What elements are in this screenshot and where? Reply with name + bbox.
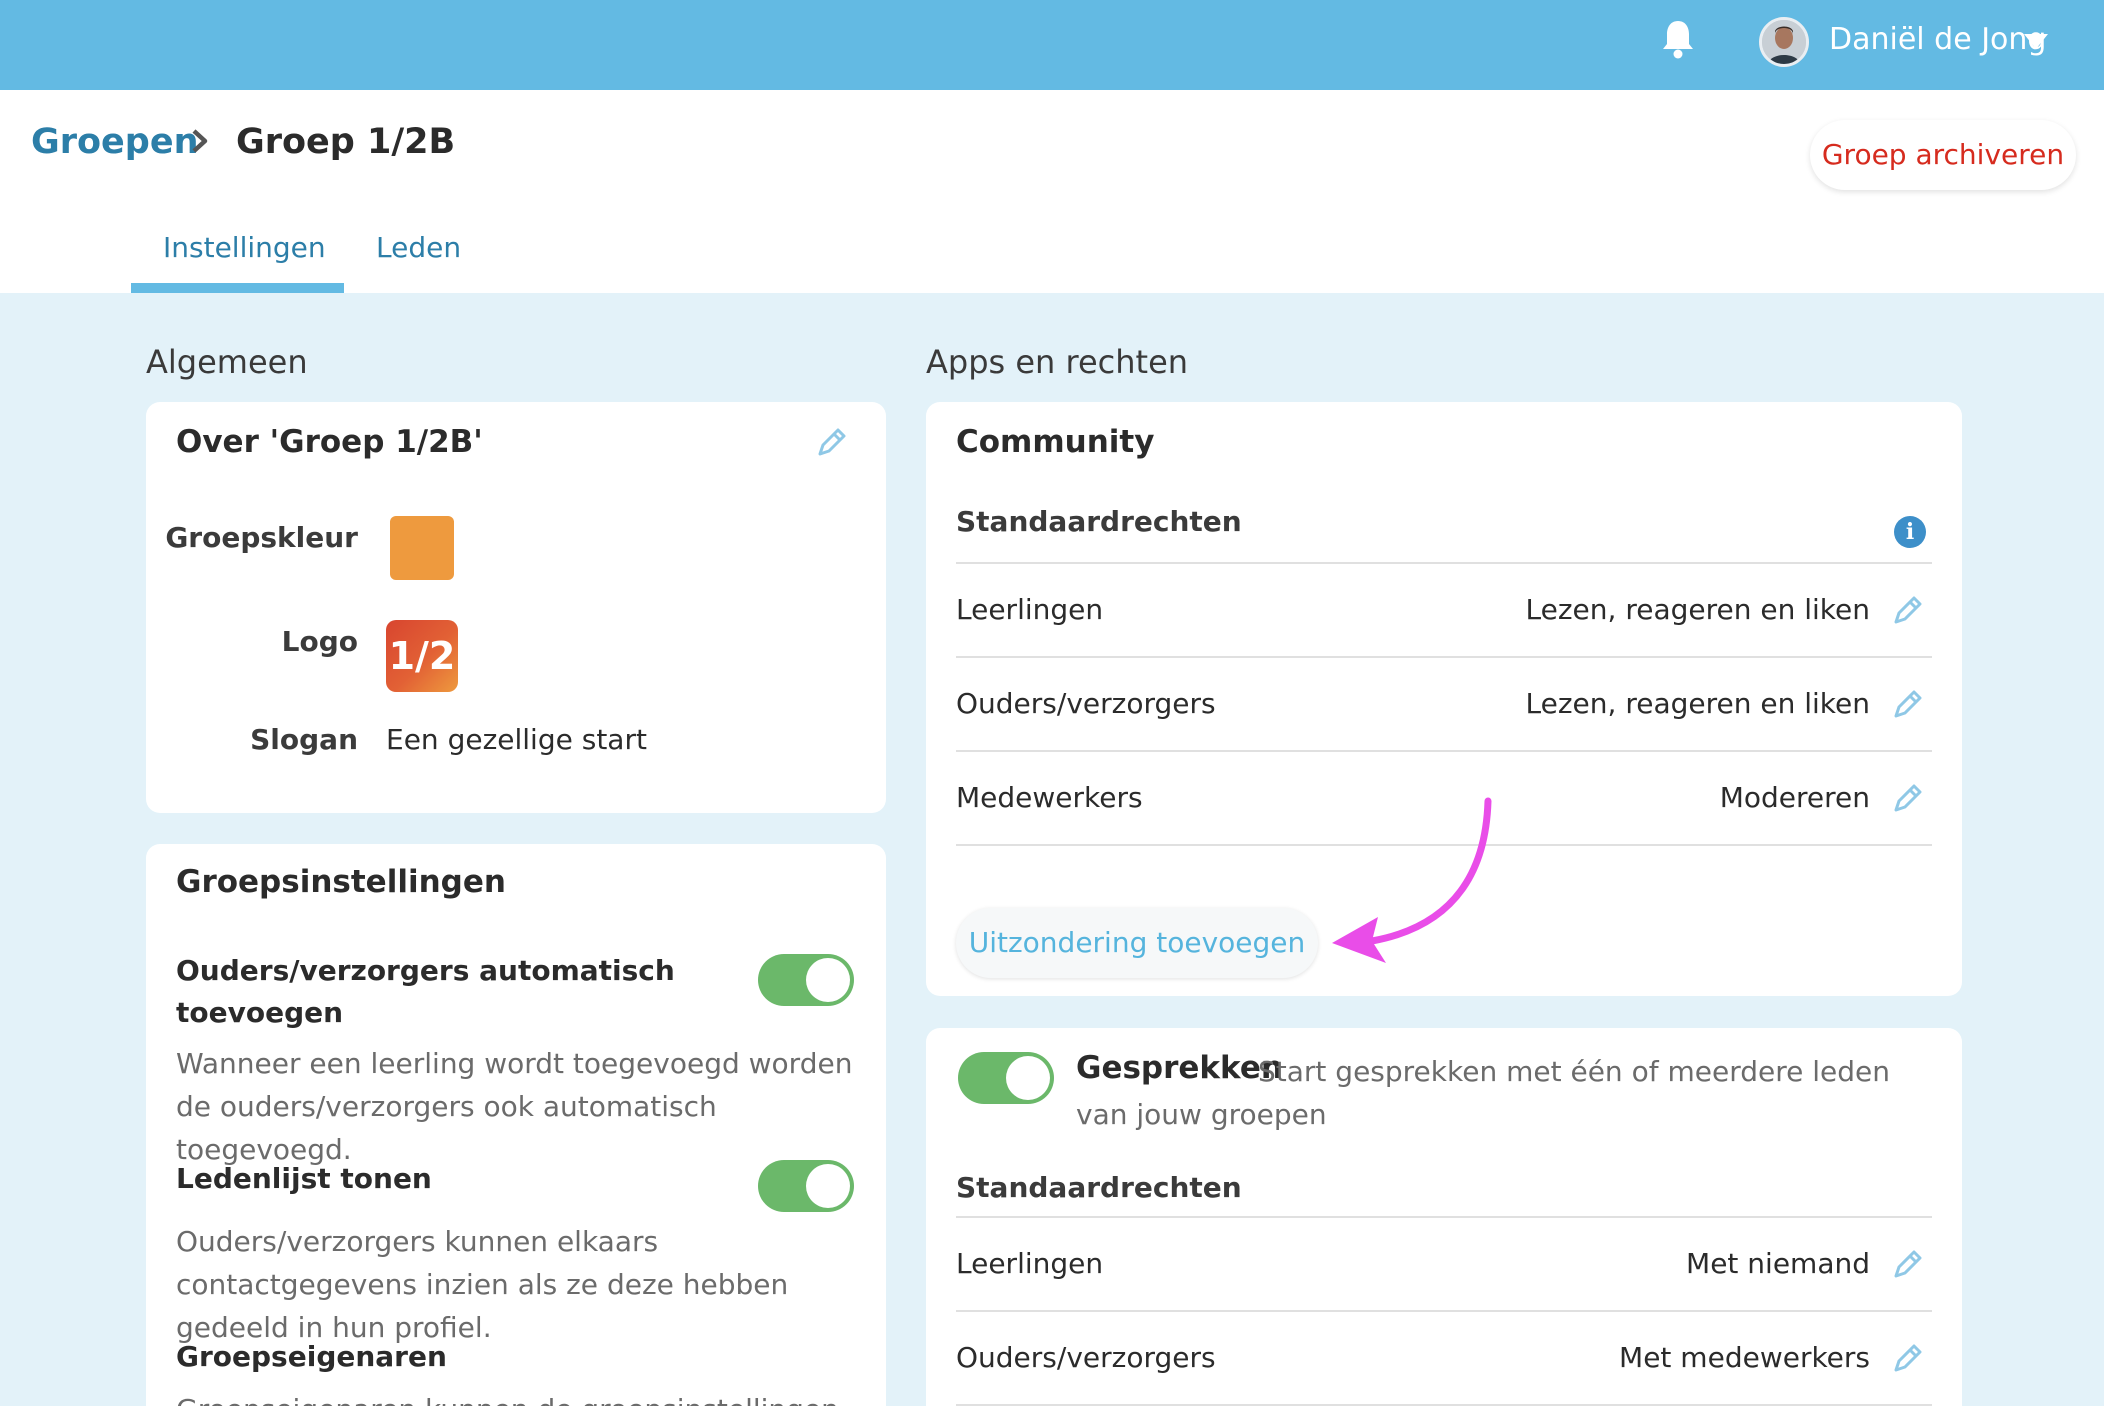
breadcrumb-groepen-link[interactable]: Groepen xyxy=(31,120,198,164)
info-icon[interactable]: i xyxy=(1894,516,1926,548)
divider xyxy=(956,1216,1932,1218)
setting-desc-auto-add: Wanneer een leerling wordt toegevoegd wo… xyxy=(176,1047,853,1166)
section-title-algemeen: Algemeen xyxy=(146,343,308,381)
field-label-logo: Logo xyxy=(281,625,358,658)
group-logo[interactable]: 1/2 xyxy=(386,620,458,692)
active-tab-indicator xyxy=(131,283,344,293)
rights-row-label-ouders: Ouders/verzorgers xyxy=(956,687,1216,720)
group-color-swatch[interactable] xyxy=(390,516,454,580)
page-header: Groepen Groep 1/2B Groep archiveren Inst… xyxy=(0,90,2104,293)
pencil-edit-icon[interactable] xyxy=(1890,780,1926,816)
toggle-knob xyxy=(1006,1056,1050,1100)
page-title: Groep 1/2B xyxy=(236,122,456,162)
setting-title-owners: Groepseigenaren xyxy=(176,1340,447,1373)
pencil-edit-icon[interactable] xyxy=(1890,1246,1926,1282)
pencil-edit-icon[interactable] xyxy=(1890,592,1926,628)
breadcrumb-chevron-icon xyxy=(190,128,210,160)
slogan-value: Een gezellige start xyxy=(386,723,647,756)
tab-instellingen[interactable]: Instellingen xyxy=(163,230,326,266)
over-card-title: Over 'Groep 1/2B' xyxy=(176,424,483,460)
setting-title-auto-add: Ouders/verzorgers automatisch toevoegen xyxy=(176,954,675,1029)
gesprekken-card: Gesprekken Start gesprekken met één of m… xyxy=(926,1028,1962,1406)
toggle-knob xyxy=(806,1164,850,1208)
notification-bell-icon[interactable] xyxy=(1660,18,1696,60)
auto-add-parents-toggle[interactable] xyxy=(758,954,854,1006)
rights-row-label-medewerkers: Medewerkers xyxy=(956,781,1143,814)
gesprekken-description: Start gesprekken met één of meerdere led… xyxy=(1076,1055,1890,1131)
section-title-apps: Apps en rechten xyxy=(926,343,1189,381)
rights-row-value-medewerkers: Modereren xyxy=(1719,781,1870,814)
toggle-knob xyxy=(806,958,850,1002)
divider xyxy=(956,656,1932,658)
gesprekken-row-label-ouders: Ouders/verzorgers xyxy=(956,1341,1216,1374)
archive-group-button[interactable]: Groep archiveren xyxy=(1810,120,2076,190)
setting-title-member-list: Ledenlijst tonen xyxy=(176,1162,432,1195)
gesprekken-toggle[interactable] xyxy=(958,1052,1054,1104)
rights-row-value-ouders: Lezen, reageren en liken xyxy=(1525,687,1870,720)
pencil-edit-icon[interactable] xyxy=(1890,1340,1926,1376)
user-menu-caret-icon[interactable] xyxy=(2024,34,2048,49)
rights-row-value-leerlingen: Lezen, reageren en liken xyxy=(1525,593,1870,626)
gesprekken-row-value-leerlingen: Met niemand xyxy=(1686,1247,1870,1280)
community-default-rights-heading: Standaardrechten xyxy=(956,505,1242,538)
field-label-slogan: Slogan xyxy=(250,723,358,756)
top-bar: Daniël de Jong xyxy=(0,0,2104,90)
setting-desc-owners: Groepseigenaren kunnen de groepsinstelli… xyxy=(176,1388,856,1406)
annotation-arrow-icon xyxy=(1332,797,1492,963)
gesprekken-row-label-leerlingen: Leerlingen xyxy=(956,1247,1104,1280)
show-member-list-toggle[interactable] xyxy=(758,1160,854,1212)
over-group-card: Over 'Groep 1/2B' Groepskleur Logo 1/2 S… xyxy=(146,402,886,813)
gesprekken-default-rights-heading: Standaardrechten xyxy=(956,1171,1242,1204)
divider xyxy=(956,750,1932,752)
group-settings-card: Groepsinstellingen Ouders/verzorgers aut… xyxy=(146,844,886,1406)
add-exception-button[interactable]: Uitzondering toevoegen xyxy=(956,908,1318,978)
rights-row-label-leerlingen: Leerlingen xyxy=(956,593,1104,626)
pencil-edit-icon[interactable] xyxy=(1890,686,1926,722)
avatar-image xyxy=(1762,20,1806,64)
user-name[interactable]: Daniël de Jong xyxy=(1829,22,2046,58)
gesprekken-row-value-ouders: Met medewerkers xyxy=(1619,1341,1870,1374)
divider xyxy=(956,1310,1932,1312)
pencil-edit-icon[interactable] xyxy=(814,424,850,460)
field-label-groepskleur: Groepskleur xyxy=(165,521,358,554)
group-settings-title: Groepsinstellingen xyxy=(176,864,506,900)
setting-desc-member-list: Ouders/verzorgers kunnen elkaars contact… xyxy=(176,1225,789,1344)
divider xyxy=(956,562,1932,564)
tab-leden[interactable]: Leden xyxy=(376,230,461,266)
avatar[interactable] xyxy=(1759,17,1809,67)
community-title: Community xyxy=(956,424,1155,460)
